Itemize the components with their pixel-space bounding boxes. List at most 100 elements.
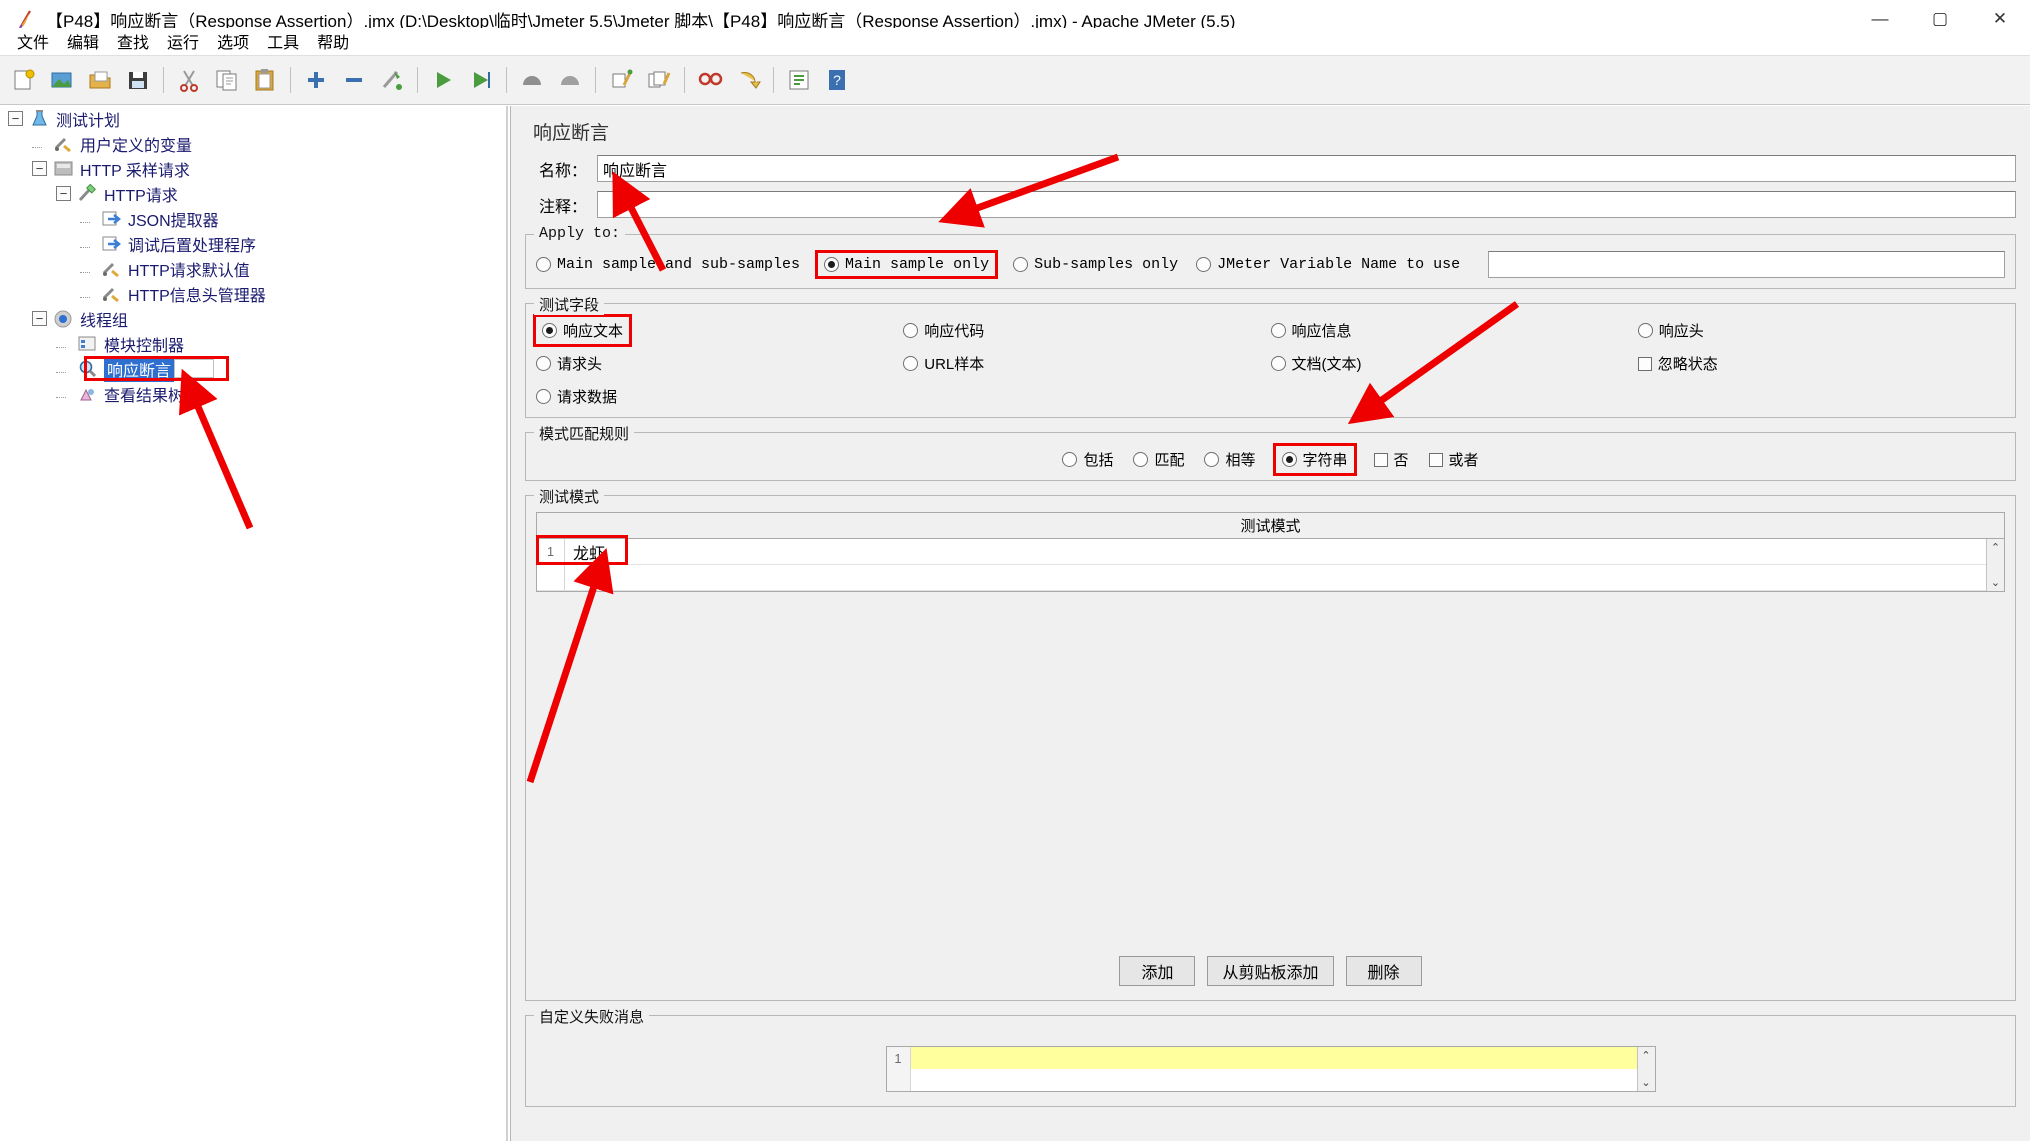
pattern-rule-option-3[interactable]: 字符串 <box>1272 443 1357 476</box>
apply-to-option-1[interactable]: Main sample only <box>815 250 999 279</box>
radio-icon[interactable] <box>1270 323 1286 338</box>
tree-node-6[interactable]: HTTP请求默认值 <box>0 256 506 281</box>
radio-icon[interactable] <box>1062 452 1078 467</box>
radio-icon[interactable] <box>536 389 551 404</box>
open-icon[interactable] <box>83 63 117 97</box>
scroll-down-icon[interactable]: ⌄ <box>1991 576 2000 589</box>
menu-file[interactable]: 文件 <box>8 27 58 55</box>
tree-node-5[interactable]: 调试后置处理程序 <box>0 231 506 256</box>
clear-all-icon[interactable] <box>642 63 676 97</box>
test-field-option-5[interactable]: URL样本 <box>903 353 984 374</box>
pattern-rule-option-2[interactable]: 相等 <box>1204 449 1256 470</box>
tree-toggle-collapse-icon[interactable]: − <box>32 311 47 326</box>
tree-toggle-collapse-icon[interactable]: − <box>32 161 47 176</box>
toggle-icon[interactable] <box>375 63 409 97</box>
test-field-option-2[interactable]: 响应信息 <box>1270 320 1352 341</box>
test-field-option-3[interactable]: 响应头 <box>1637 320 1704 341</box>
copy-icon[interactable] <box>210 63 244 97</box>
radio-icon[interactable] <box>1133 452 1149 467</box>
failure-message-empty-line[interactable] <box>910 1069 1637 1091</box>
test-field-option-0[interactable]: 响应文本 <box>532 314 633 347</box>
stop-icon[interactable] <box>515 63 549 97</box>
jmeter-variable-name-input[interactable] <box>1488 251 2005 278</box>
templates-icon[interactable] <box>45 63 79 97</box>
checkbox-icon[interactable] <box>1637 356 1652 371</box>
apply-to-option-3[interactable]: JMeter Variable Name to use <box>1196 256 1460 273</box>
menu-help[interactable]: 帮助 <box>308 27 358 55</box>
test-field-option-7[interactable]: 忽略状态 <box>1637 353 1718 374</box>
scroll-down-icon[interactable]: ⌄ <box>1641 1076 1650 1089</box>
paste-icon[interactable] <box>248 63 282 97</box>
cut-icon[interactable] <box>172 63 206 97</box>
radio-icon[interactable] <box>1637 323 1653 338</box>
radio-icon[interactable] <box>1204 452 1220 467</box>
function-helper-icon[interactable] <box>782 63 816 97</box>
checkbox-icon[interactable] <box>1373 452 1388 467</box>
test-pattern-row[interactable] <box>537 565 1986 591</box>
menu-search[interactable]: 查找 <box>108 27 158 55</box>
apply-to-option-0[interactable]: Main sample and sub-samples <box>536 256 800 273</box>
radio-icon[interactable] <box>1281 452 1297 467</box>
radio-icon[interactable] <box>1270 356 1286 371</box>
test-plan-tree[interactable]: − 测试计划 用户定义的变量 − HTTP 采样请求 − HTTP请求 JSON提取器 调试后置… <box>0 106 508 1141</box>
test-pattern-value[interactable]: 龙虾 <box>565 540 605 564</box>
radio-icon[interactable] <box>903 323 919 338</box>
add-pattern-button[interactable]: 添加 <box>1119 956 1196 986</box>
comment-input[interactable] <box>597 191 2016 218</box>
pattern-rule-option-0[interactable]: 包括 <box>1062 449 1113 470</box>
apply-to-option-2[interactable]: Sub-samples only <box>1013 256 1178 273</box>
radio-icon[interactable] <box>1013 257 1029 272</box>
tree-node-11[interactable]: 查看结果树 <box>0 381 506 406</box>
checkbox-icon[interactable] <box>1428 452 1443 467</box>
test-pattern-row[interactable]: 1 龙虾 <box>536 535 1986 565</box>
pattern-rule-option-1[interactable]: 匹配 <box>1133 449 1184 470</box>
scroll-up-icon[interactable]: ⌃ <box>1641 1049 1650 1062</box>
test-field-option-8[interactable]: 请求数据 <box>536 386 617 407</box>
clear-icon[interactable] <box>604 63 638 97</box>
tree-node-3[interactable]: − HTTP请求 <box>0 181 506 206</box>
test-field-option-1[interactable]: 响应代码 <box>903 320 984 341</box>
name-input[interactable]: 响应断言 <box>597 155 2016 182</box>
menu-options[interactable]: 选项 <box>208 27 258 55</box>
pattern-rule-option-4[interactable]: 否 <box>1373 449 1409 470</box>
delete-pattern-button[interactable]: 删除 <box>1345 956 1422 986</box>
tree-node-8[interactable]: − 线程组 <box>0 306 506 331</box>
test-patterns-table[interactable]: 测试模式 1 龙虾 ⌃ ⌄ <box>536 512 2005 592</box>
tree-node-0[interactable]: − 测试计划 <box>0 106 506 131</box>
failure-message-editor[interactable]: 1 ⌃ ⌄ <box>885 1046 1656 1092</box>
menu-edit[interactable]: 编辑 <box>58 27 108 55</box>
add-from-clipboard-button[interactable]: 从剪贴板添加 <box>1207 956 1334 986</box>
tree-toggle-collapse-icon[interactable]: − <box>56 186 71 201</box>
test-patterns-scrollbar[interactable]: ⌃ ⌄ <box>1986 539 2004 591</box>
collapse-all-icon[interactable] <box>337 63 371 97</box>
tree-node-7[interactable]: HTTP信息头管理器 <box>0 281 506 306</box>
search-icon[interactable] <box>693 63 727 97</box>
selection-name-editor[interactable] <box>174 359 215 378</box>
search-reset-icon[interactable] <box>731 63 765 97</box>
test-field-option-4[interactable]: 请求头 <box>536 353 602 374</box>
start-icon[interactable] <box>426 63 460 97</box>
shutdown-icon[interactable] <box>553 63 587 97</box>
failure-message-lines[interactable] <box>910 1047 1637 1091</box>
tree-node-4[interactable]: JSON提取器 <box>0 206 506 231</box>
radio-icon[interactable] <box>1196 257 1212 272</box>
radio-icon[interactable] <box>542 323 557 338</box>
radio-icon[interactable] <box>903 356 919 371</box>
pattern-rule-option-5[interactable]: 或者 <box>1428 449 1479 470</box>
new-icon[interactable] <box>7 63 41 97</box>
expand-all-icon[interactable] <box>299 63 333 97</box>
test-field-option-6[interactable]: 文档(文本) <box>1270 353 1362 374</box>
tree-node-2[interactable]: − HTTP 采样请求 <box>0 156 506 181</box>
failure-message-scrollbar[interactable]: ⌃ ⌄ <box>1636 1047 1655 1091</box>
help-icon[interactable]: ? <box>820 63 854 97</box>
tree-toggle-collapse-icon[interactable]: − <box>8 111 23 126</box>
tree-node-10[interactable]: 响应断言 <box>0 355 506 382</box>
menu-tools[interactable]: 工具 <box>258 27 308 55</box>
radio-icon[interactable] <box>536 257 551 272</box>
radio-icon[interactable] <box>536 356 551 371</box>
scroll-up-icon[interactable]: ⌃ <box>1991 541 2000 554</box>
tree-node-1[interactable]: 用户定义的变量 <box>0 131 506 156</box>
start-no-pause-icon[interactable] <box>464 63 498 97</box>
radio-icon[interactable] <box>824 257 840 272</box>
tree-node-9[interactable]: 模块控制器 <box>0 331 506 356</box>
